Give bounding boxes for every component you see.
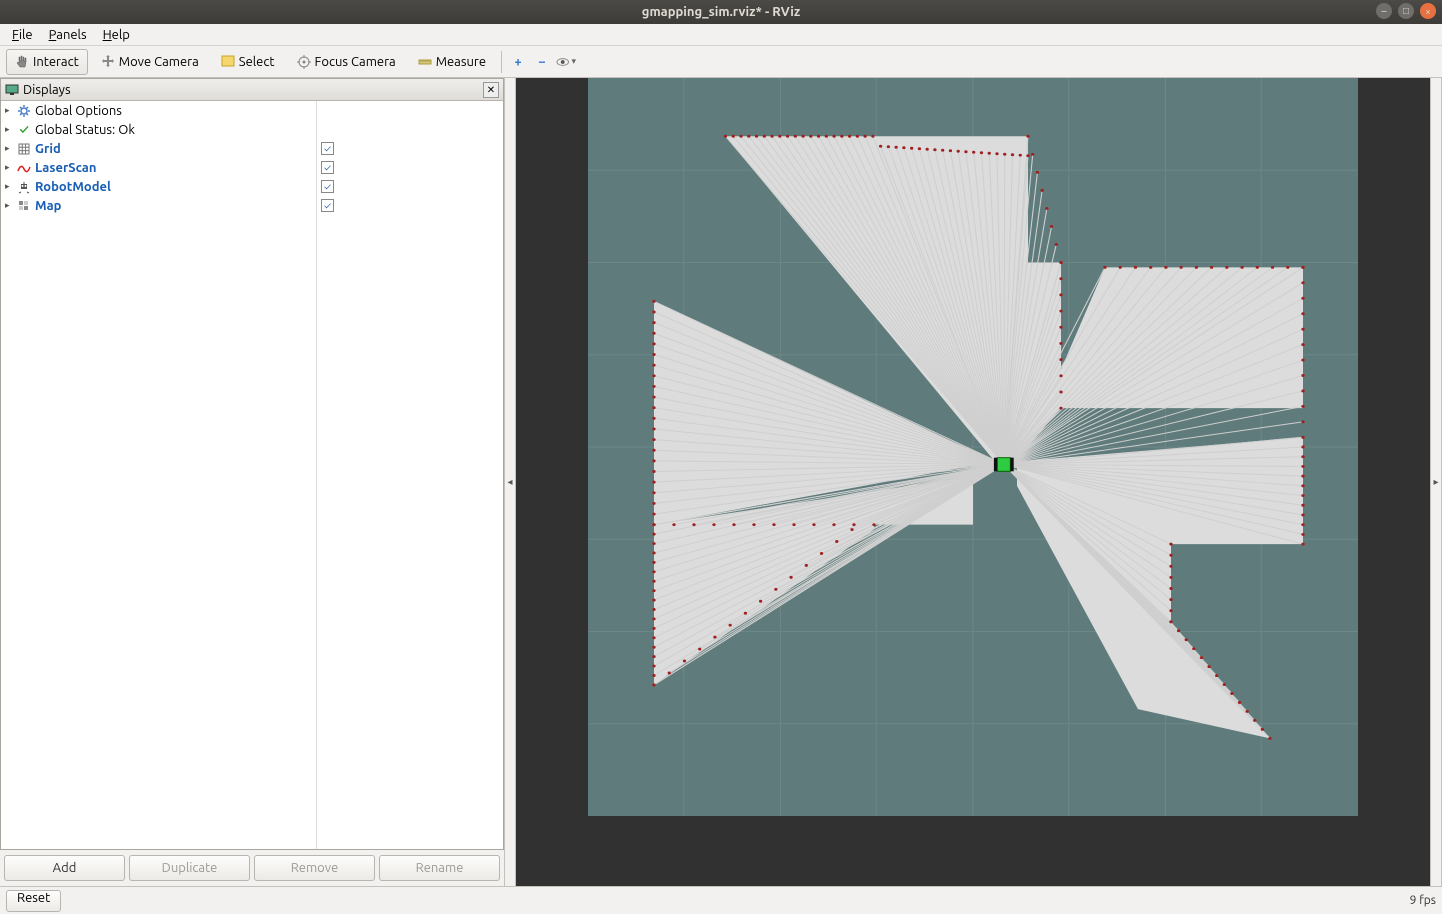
duplicate-button[interactable]: Duplicate [129,855,250,881]
fps-label: 9 fps [1410,894,1436,907]
tree-item-global-options[interactable]: ▸ Global Options [1,101,316,120]
displays-icon [5,83,19,97]
statusbar: Reset 9 fps [0,886,1442,914]
collapse-right-handle[interactable]: ▸ [1430,78,1442,886]
tree-item-global-status[interactable]: ▸ ✓ Global Status: Ok [1,120,316,139]
displays-tree: ▸ Global Options ▸ ✓ Global Status: Ok ▸… [1,101,503,849]
displays-title: Displays [23,83,71,97]
focus-camera-label: Focus Camera [315,55,396,69]
measure-button[interactable]: Measure [409,49,495,75]
window-title: gmapping_sim.rviz* - RViz [642,5,800,19]
collapse-left-handle[interactable]: ◂ [504,78,516,886]
grid-icon [17,142,31,156]
panel-buttons: Add Duplicate Remove Rename [0,850,504,886]
expand-icon[interactable]: ▸ [5,124,15,135]
move-icon [101,55,115,69]
viewport-3d[interactable] [516,78,1430,886]
interact-button[interactable]: Interact [6,49,88,75]
map-label: Map [35,199,61,213]
expand-icon[interactable]: ▸ [5,143,15,154]
check-icon: ✓ [17,123,31,137]
expand-icon[interactable]: ▸ [5,181,15,192]
robotmodel-checkbox[interactable]: ✓ [321,180,334,193]
expand-icon[interactable]: ▸ [5,105,15,116]
map-checkbox[interactable]: ✓ [321,199,334,212]
ruler-icon [418,55,432,69]
robotmodel-label: RobotModel [35,180,111,194]
grid-checkbox[interactable]: ✓ [321,142,334,155]
gear-icon [17,104,31,118]
viewport-scene [588,78,1358,816]
maximize-button[interactable]: □ [1398,3,1414,19]
menu-panels[interactable]: Panels [41,26,95,44]
left-panel: Displays ✕ ▸ Global Options ▸ ✓ Global S… [0,78,504,886]
tree-item-robotmodel[interactable]: ▸ RobotModel [1,177,316,196]
check-cell-robotmodel: ✓ [317,177,503,196]
menu-file[interactable]: File [4,26,41,44]
robot-marker [994,458,1014,472]
focus-icon [297,55,311,69]
hand-icon [15,55,29,69]
displays-panel: Displays ✕ ▸ Global Options ▸ ✓ Global S… [0,78,504,850]
global-status-label: Global Status: Ok [35,123,135,137]
robot-icon [17,180,31,194]
move-camera-label: Move Camera [119,55,199,69]
titlebar: gmapping_sim.rviz* - RViz ‒ □ × [0,0,1442,24]
laser-icon [17,161,31,175]
minimize-button[interactable]: ‒ [1376,3,1392,19]
check-cell-map: ✓ [317,196,503,215]
select-label: Select [239,55,275,69]
global-options-label: Global Options [35,104,122,118]
tree-item-grid[interactable]: ▸ Grid [1,139,316,158]
move-camera-button[interactable]: Move Camera [92,49,208,75]
tree-item-laserscan[interactable]: ▸ LaserScan [1,158,316,177]
displays-header[interactable]: Displays ✕ [1,79,503,101]
menubar: File Panels Help [0,24,1442,46]
focus-camera-button[interactable]: Focus Camera [288,49,405,75]
add-tool-button[interactable]: + [508,52,528,72]
check-cell-grid: ✓ [317,139,503,158]
laserscan-checkbox[interactable]: ✓ [321,161,334,174]
tree-checks-column: ✓ ✓ ✓ ✓ [317,101,503,849]
tree-names-column: ▸ Global Options ▸ ✓ Global Status: Ok ▸… [1,101,317,849]
interact-label: Interact [33,55,79,69]
toolbar: Interact Move Camera Select Focus Camera… [0,46,1442,78]
rename-button[interactable]: Rename [379,855,500,881]
expand-icon[interactable]: ▸ [5,200,15,211]
content-area: Displays ✕ ▸ Global Options ▸ ✓ Global S… [0,78,1442,886]
toolbar-separator [501,51,502,73]
view-tool-button[interactable] [556,52,576,72]
map-icon [17,199,31,213]
scene-svg [588,78,1358,816]
select-icon [221,55,235,69]
window-controls: ‒ □ × [1376,3,1436,19]
check-cell [317,101,503,120]
grid-label: Grid [35,142,61,156]
add-button[interactable]: Add [4,855,125,881]
laserscan-label: LaserScan [35,161,96,175]
tree-item-map[interactable]: ▸ Map [1,196,316,215]
remove-tool-button[interactable]: − [532,52,552,72]
menu-help[interactable]: Help [95,26,138,44]
panel-close-button[interactable]: ✕ [483,82,499,98]
select-button[interactable]: Select [212,49,284,75]
remove-button[interactable]: Remove [254,855,375,881]
check-cell-laserscan: ✓ [317,158,503,177]
check-cell [317,120,503,139]
measure-label: Measure [436,55,486,69]
reset-button[interactable]: Reset [6,890,61,912]
expand-icon[interactable]: ▸ [5,162,15,173]
close-button[interactable]: × [1420,3,1436,19]
